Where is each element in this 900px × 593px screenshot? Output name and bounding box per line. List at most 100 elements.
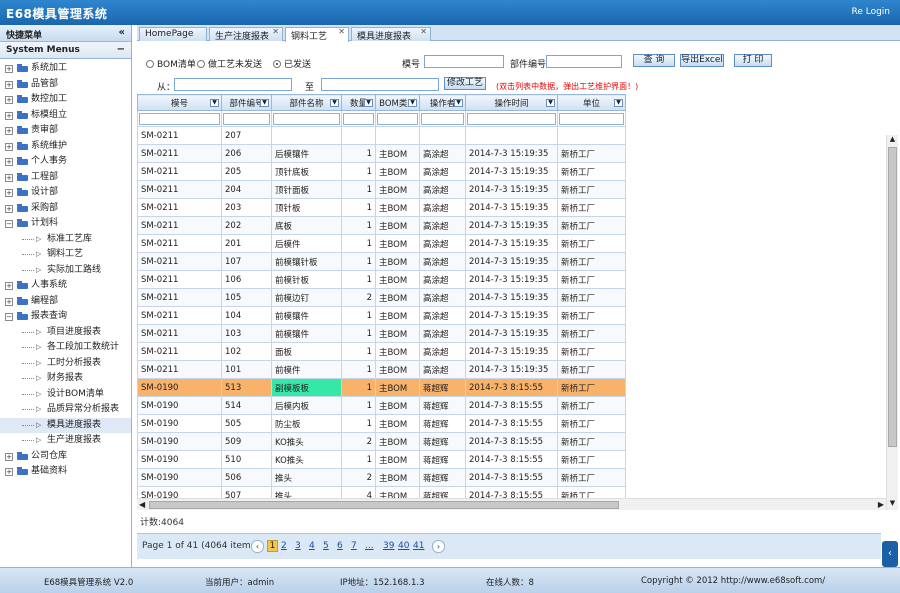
- expand-icon[interactable]: +: [5, 96, 13, 104]
- tree-leaf-item[interactable]: ▷ 工时分析报表: [0, 356, 131, 372]
- filter-dropdown-icon[interactable]: ▼: [364, 99, 373, 107]
- tree-leaf-item[interactable]: ▷ 项目进度报表: [0, 325, 131, 341]
- column-filter-input[interactable]: [559, 112, 624, 125]
- page-link[interactable]: 6: [337, 541, 343, 551]
- column-filter-input[interactable]: [139, 112, 220, 125]
- expand-icon[interactable]: +: [5, 468, 13, 476]
- tree-leaf-item[interactable]: ▷ 品质异常分析报表: [0, 402, 131, 418]
- tree-leaf-item[interactable]: ▷ 各工段加工数统计: [0, 340, 131, 356]
- filter-dropdown-icon[interactable]: ▼: [614, 99, 623, 107]
- radio-bom-list[interactable]: BOM清单: [146, 57, 196, 70]
- table-row[interactable]: SM-0211 107 前模镶针板 1 主BOM 高涂超 2014-7-3 15:19:35…: [137, 252, 626, 271]
- tree-folder-item[interactable]: − 报表查询: [0, 309, 131, 325]
- table-row[interactable]: SM-0190 509 KO推头 2 主BOM 蒋超辉 2014-7-3 8:15:55 新桥…: [137, 432, 626, 451]
- page-link[interactable]: 2: [281, 541, 287, 551]
- tree-folder-item[interactable]: + 标模组立: [0, 108, 131, 124]
- vertical-scrollbar[interactable]: ▲ ▼: [886, 135, 898, 510]
- scroll-right-icon[interactable]: ▶: [878, 500, 884, 509]
- tree-folder-item[interactable]: + 系统加工: [0, 61, 131, 77]
- tree-leaf-item[interactable]: ▷ 生产进度报表: [0, 433, 131, 449]
- filter-dropdown-icon[interactable]: ▼: [260, 99, 269, 107]
- radio-dot[interactable]: [197, 60, 205, 68]
- collapse-sidebar-button[interactable]: «: [119, 27, 125, 38]
- column-filter-input[interactable]: [223, 112, 270, 125]
- column-header[interactable]: 操作者 ▼: [419, 94, 466, 111]
- expand-icon[interactable]: +: [5, 452, 13, 461]
- date-from-input[interactable]: [174, 78, 292, 91]
- column-header[interactable]: 模号 ▼: [137, 94, 222, 111]
- column-header[interactable]: 部件名称 ▼: [271, 94, 342, 111]
- tree-folder-item[interactable]: + 工程部: [0, 170, 131, 186]
- radio-unsent[interactable]: 做工艺未发送: [197, 57, 262, 70]
- scroll-up-icon[interactable]: ▲: [887, 135, 898, 146]
- table-row[interactable]: SM-0190 505 防尘板 1 主BOM 蒋超辉 2014-7-3 8:15:55 新桥工…: [137, 414, 626, 433]
- tab-steel-process[interactable]: 钢料工艺 ✕: [285, 27, 349, 42]
- tree-folder-item[interactable]: + 个人事务: [0, 154, 131, 170]
- table-row[interactable]: SM-0211 101 前模件 1 主BOM 高涂超 2014-7-3 15:19:35 新桥…: [137, 360, 626, 379]
- table-row[interactable]: SM-0190 513 副模板板 1 主BOM 蒋超辉 2014-7-3 8:15:55 新桥…: [137, 378, 626, 397]
- expand-icon[interactable]: +: [5, 80, 13, 89]
- expand-icon[interactable]: +: [5, 297, 13, 306]
- column-filter-input[interactable]: [343, 112, 374, 125]
- collapse-menus-button[interactable]: −: [117, 44, 125, 55]
- expand-icon[interactable]: +: [5, 282, 13, 290]
- hscroll-thumb[interactable]: [149, 501, 619, 509]
- column-header[interactable]: 部件编号 ▼: [221, 94, 272, 111]
- tree-leaf-item[interactable]: ▷ 实际加工路线: [0, 263, 131, 279]
- tree-folder-item[interactable]: + 采购部: [0, 201, 131, 217]
- expand-icon[interactable]: +: [5, 204, 13, 213]
- next-page-button[interactable]: ›: [432, 540, 445, 553]
- tree-leaf-item[interactable]: ▷ 钢料工艺: [0, 247, 131, 263]
- tree-folder-item[interactable]: − 计划科: [0, 216, 131, 232]
- tree-folder-item[interactable]: + 公司仓库: [0, 449, 131, 465]
- close-icon[interactable]: ✕: [338, 27, 345, 36]
- tree-folder-item[interactable]: + 品管部: [0, 77, 131, 93]
- table-row[interactable]: SM-0211 102 面板 1 主BOM 高涂超 2014-7-3 15:19:35 新桥工…: [137, 342, 626, 361]
- side-panel-toggle[interactable]: ‹: [882, 541, 898, 567]
- tree-leaf-item[interactable]: ▷ 财务报表: [0, 371, 131, 387]
- table-row[interactable]: SM-0211 204 顶针面板 1 主BOM 高涂超 2014-7-3 15:19:35 新…: [137, 180, 626, 199]
- filter-dropdown-icon[interactable]: ▼: [408, 99, 417, 107]
- table-row[interactable]: SM-0211 203 顶针板 1 主BOM 高涂超 2014-7-3 15:19:35 新桥…: [137, 198, 626, 217]
- page-link[interactable]: 39: [383, 541, 394, 551]
- tab-production-report[interactable]: 生产注度报表 ✕: [209, 27, 283, 42]
- page-link[interactable]: 1: [267, 540, 278, 552]
- tree-folder-item[interactable]: + 系统维护: [0, 139, 131, 155]
- expand-icon[interactable]: +: [5, 189, 13, 197]
- horizontal-scrollbar[interactable]: ◀ ▶: [137, 498, 886, 510]
- tree-folder-item[interactable]: + 基础资料: [0, 464, 131, 480]
- column-header[interactable]: 数量 ▼: [341, 94, 376, 111]
- expand-icon[interactable]: +: [5, 111, 13, 120]
- relogin-link[interactable]: Re Login: [851, 7, 890, 17]
- table-row[interactable]: SM-0211 106 前模针板 1 主BOM 高涂超 2014-7-3 15:19:35 新…: [137, 270, 626, 289]
- radio-sent[interactable]: 已发送: [273, 57, 311, 70]
- table-row[interactable]: SM-0190 506 推头 2 主BOM 蒋超辉 2014-7-3 8:15:55 新桥工厂: [137, 468, 626, 487]
- column-header[interactable]: 单位 ▼: [557, 94, 626, 111]
- tree-folder-item[interactable]: + 数控加工: [0, 92, 131, 108]
- close-icon[interactable]: ✕: [420, 27, 427, 36]
- radio-dot[interactable]: [146, 60, 154, 68]
- tree-folder-item[interactable]: + 设计部: [0, 185, 131, 201]
- tree-folder-item[interactable]: + 编程部: [0, 294, 131, 310]
- table-row[interactable]: SM-0211 202 底板 1 主BOM 高涂超 2014-7-3 15:19:35 新桥工…: [137, 216, 626, 235]
- filter-dropdown-icon[interactable]: ▼: [546, 99, 555, 107]
- table-row[interactable]: SM-0211 105 前模边钉 2 主BOM 高涂超 2014-7-3 15:19:35 新…: [137, 288, 626, 307]
- page-link[interactable]: 4: [309, 541, 315, 551]
- collapse-icon[interactable]: −: [5, 220, 13, 228]
- table-row[interactable]: SM-0211 104 前模镶件 1 主BOM 高涂超 2014-7-3 15:19:35 新…: [137, 306, 626, 325]
- table-row[interactable]: SM-0211 201 后模件 1 主BOM 高涂超 2014-7-3 15:19:35 新桥…: [137, 234, 626, 253]
- filter-dropdown-icon[interactable]: ▼: [454, 99, 463, 107]
- column-header[interactable]: BOM类型 ▼: [375, 94, 420, 111]
- table-row[interactable]: SM-0211 103 前模镶件 1 主BOM 高涂超 2014-7-3 15:19:35 新…: [137, 324, 626, 343]
- tree-leaf-item[interactable]: ▷ 设计BOM清单: [0, 387, 131, 403]
- export-excel-button[interactable]: 导出Excel: [680, 54, 724, 67]
- tree-leaf-item[interactable]: ▷ 模具进度报表: [0, 417, 131, 433]
- column-filter-input[interactable]: [421, 112, 464, 125]
- column-header[interactable]: 操作时间 ▼: [465, 94, 558, 111]
- query-button[interactable]: 查 询: [633, 54, 675, 67]
- page-link[interactable]: 7: [351, 541, 357, 551]
- table-row[interactable]: SM-0211 205 顶针底板 1 主BOM 高涂超 2014-7-3 15:19:35 新…: [137, 162, 626, 181]
- column-filter-input[interactable]: [377, 112, 418, 125]
- tree-folder-item[interactable]: + 责审部: [0, 123, 131, 139]
- close-icon[interactable]: ✕: [272, 27, 279, 36]
